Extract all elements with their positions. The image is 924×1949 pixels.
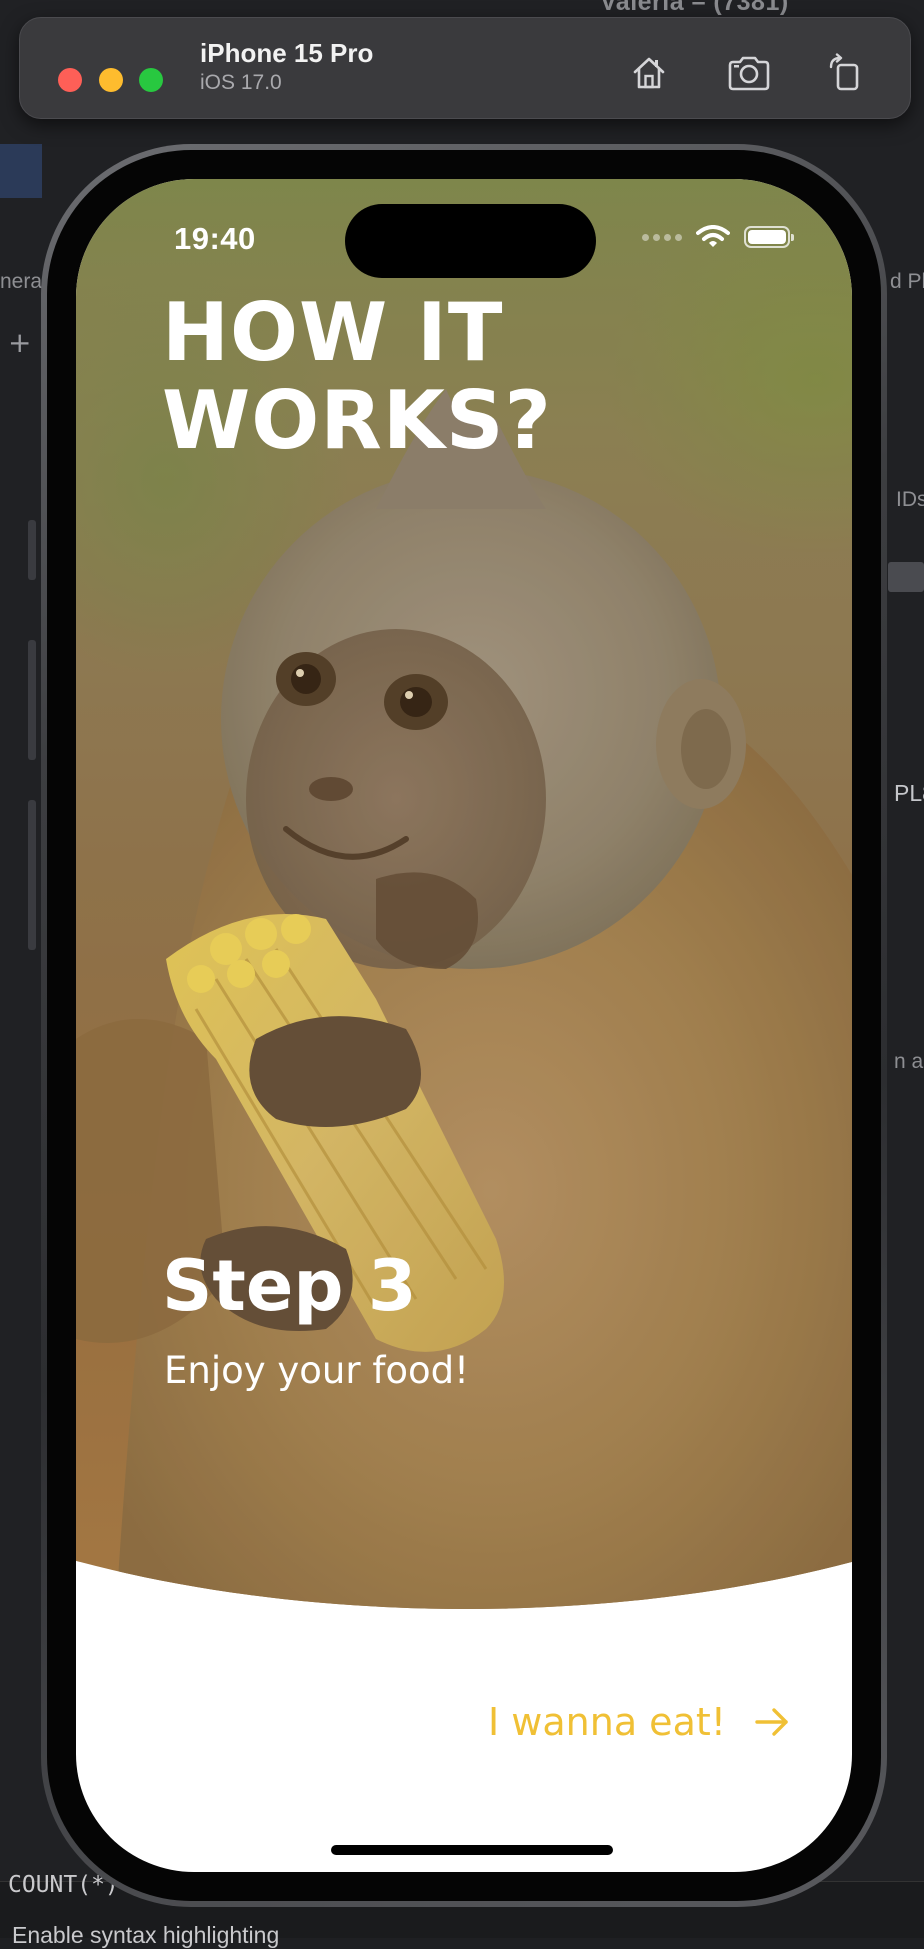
rotate-button[interactable] [820, 48, 870, 98]
step-title: Step 3 [162, 1245, 417, 1327]
home-indicator[interactable] [331, 1845, 613, 1855]
iphone-screen: 19:40 HOW IT WORKS? Step 3 Enjoy your fo… [76, 179, 852, 1872]
page-title-line-2: WORKS? [162, 374, 552, 467]
iphone-frame: 19:40 HOW IT WORKS? Step 3 Enjoy your fo… [41, 144, 887, 1907]
background-right-label: d Ph [890, 270, 924, 293]
background-add-icon: + [8, 326, 32, 359]
arrow-right-icon [754, 1706, 790, 1738]
background-window-title: Valeria – (7381) [600, 0, 789, 16]
background-rail [28, 520, 36, 580]
step-description: Enjoy your food! [164, 1349, 469, 1392]
background-rail [28, 800, 36, 950]
home-button[interactable] [624, 48, 674, 98]
minimize-window-button[interactable] [99, 68, 123, 92]
cta-label: I wanna eat! [488, 1700, 726, 1744]
iphone-bezel: 19:40 HOW IT WORKS? Step 3 Enjoy your fo… [47, 150, 881, 1901]
background-rail [28, 640, 36, 760]
home-icon [633, 57, 665, 89]
status-bar-icons [642, 225, 794, 249]
simulator-toolbar: iPhone 15 Pro iOS 17.0 [19, 17, 911, 119]
cellular-signal-icon [642, 233, 682, 241]
wifi-icon [696, 225, 730, 247]
page-title: HOW IT WORKS? [162, 289, 682, 465]
background-right-label: n a [894, 1050, 924, 1073]
background-footer-text: Enable syntax highlighting [12, 1922, 280, 1948]
camera-icon [728, 56, 770, 91]
status-bar-time: 19:40 [174, 221, 256, 256]
close-window-button[interactable] [58, 68, 82, 92]
background-right-label: PL8 [894, 780, 924, 806]
i-wanna-eat-button[interactable]: I wanna eat! [488, 1700, 790, 1744]
screenshot-button[interactable] [724, 48, 774, 98]
simulator-device-name: iPhone 15 Pro [200, 38, 374, 68]
background-right-label: IDs [896, 488, 924, 511]
page-title-line-1: HOW IT [162, 286, 504, 379]
background-selected-tab [0, 144, 42, 198]
background-right-field [888, 562, 924, 592]
rotate-icon [829, 53, 859, 91]
zoom-window-button[interactable] [139, 68, 163, 92]
battery-icon [744, 226, 794, 248]
simulator-os-version: iOS 17.0 [200, 71, 282, 94]
dynamic-island [345, 204, 596, 278]
background-left-label: nera [0, 270, 43, 293]
